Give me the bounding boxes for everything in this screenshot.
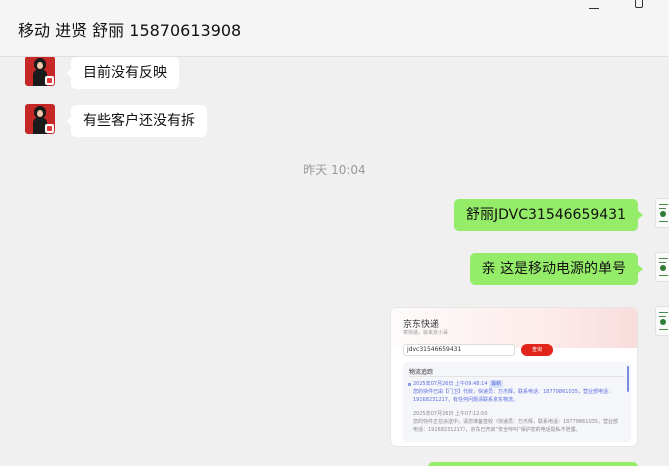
message-bubble-received[interactable]: 目前没有反映 [66, 57, 179, 89]
timeline-dot-icon [408, 383, 411, 386]
message-bubble-sent[interactable]: 亲 这是移动电源的单号 [469, 253, 644, 285]
message-list[interactable]: 目前没有反映 有些客户还没有拆 昨天 10:04 舒丽JDVC315466594… [0, 57, 669, 466]
image-message-jd-tracking[interactable]: 京东快递 寄快递，就来京小哥 jdvc31546659431 查询 物流追踪 2… [390, 307, 638, 447]
jd-tracking-panel: 物流追踪 2025年07月26日 上午09:48:14 最新 您的快件已由【门卫… [403, 362, 631, 442]
jd-tracking-input: jdvc31546659431 [403, 344, 515, 356]
tracking-event-text: 您的快件已由【门卫】代收，快递员：万杰辉，联系电话：18779861035，营业… [413, 389, 613, 403]
my-avatar[interactable] [655, 198, 669, 228]
tracking-event: 2025年07月26日 上午07:12:50 您的快件正在派送中，请您准备签收（… [413, 410, 618, 434]
jd-subtitle: 寄快递，就来京小哥 [403, 330, 449, 336]
divider [409, 376, 625, 377]
tracking-event-text: 您的快件正在派送中，请您准备签收（快递员：万杰辉，联系电话：1877986103… [413, 419, 618, 433]
tracking-event: 2025年07月26日 上午09:48:14 最新 您的快件已由【门卫】代收，快… [413, 380, 618, 404]
message-bubble-sent[interactable]: 舒丽JDVC31546659431 [454, 199, 643, 231]
tracking-event-time: 2025年07月26日 上午07:12:50 [413, 411, 488, 417]
maximize-icon[interactable] [635, 0, 643, 8]
message-bubble-sent-partial[interactable] [428, 462, 638, 466]
jd-search-button: 查询 [521, 344, 553, 356]
minimize-icon[interactable] [589, 8, 599, 9]
contact-avatar[interactable] [25, 57, 55, 86]
chat-title: 移动 进贤 舒丽 15870613908 [18, 21, 242, 40]
my-avatar[interactable] [655, 306, 669, 336]
message-timestamp: 昨天 10:04 [303, 163, 366, 177]
tracking-event-time: 2025年07月26日 上午09:48:14 [413, 381, 488, 387]
jd-section-label: 物流追踪 [409, 369, 434, 376]
my-avatar[interactable] [655, 252, 669, 282]
message-bubble-received[interactable]: 有些客户还没有拆 [66, 105, 207, 137]
contact-avatar[interactable] [25, 104, 55, 134]
latest-badge: 最新 [489, 380, 504, 388]
chat-header: 移动 进贤 舒丽 15870613908 [0, 0, 669, 57]
scrollbar [627, 366, 629, 392]
